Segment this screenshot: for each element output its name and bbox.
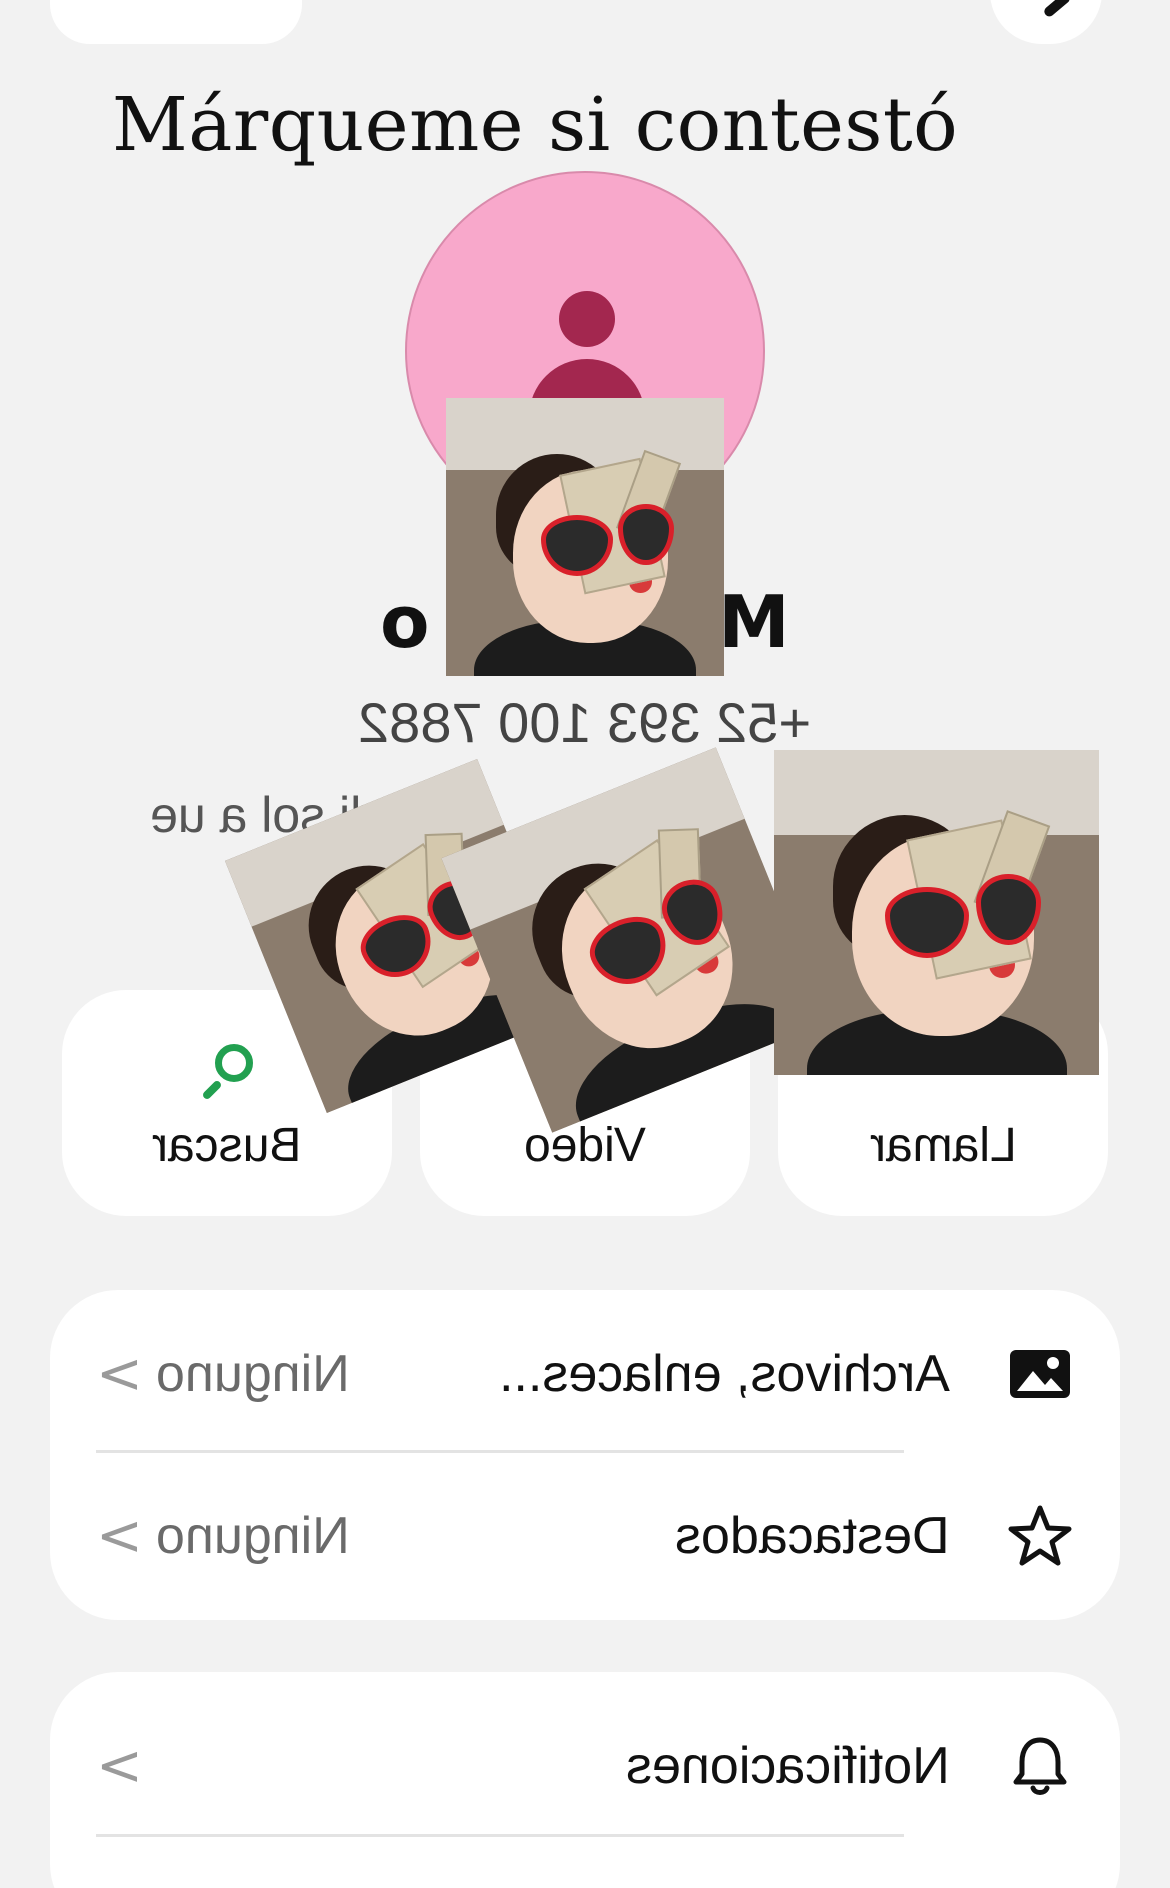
edit-button[interactable] — [990, 0, 1102, 44]
media-row[interactable]: < Ninguno Archivos, enlaces... — [50, 1294, 1120, 1454]
meme-caption: Márqueme si contestó — [112, 82, 959, 168]
notifications-row[interactable]: < Notificaciones — [50, 1686, 1120, 1846]
chevron-left-icon: < — [96, 1733, 143, 1799]
image-icon — [1000, 1334, 1080, 1414]
star-icon — [1000, 1496, 1080, 1576]
contact-name-right: M — [718, 580, 790, 664]
contact-phone-text: +52 393 100 7882 — [358, 691, 812, 754]
sticker-photo-1 — [446, 398, 724, 676]
starred-title: Destacados — [675, 1507, 950, 1565]
notifications-title: Notificaciones — [626, 1737, 950, 1795]
video-button-label: Video — [524, 1119, 646, 1172]
starred-value: Ninguno — [156, 1507, 350, 1565]
avatar-person-icon — [559, 291, 615, 347]
starred-row[interactable]: < Ninguno Destacados — [50, 1456, 1120, 1616]
media-settings-group: < Ninguno Archivos, enlaces... < Ninguno… — [50, 1290, 1120, 1620]
call-button-label: Llamar — [869, 1119, 1017, 1172]
bell-icon — [1000, 1726, 1080, 1806]
chevron-left-icon: < — [96, 1341, 143, 1407]
row-divider — [96, 1834, 904, 1837]
sticker-photo-4 — [774, 750, 1099, 1075]
search-button-label: Buscar — [152, 1119, 302, 1172]
pencil-icon — [1042, 0, 1072, 19]
contact-name-left: o — [380, 580, 430, 664]
contact-phone: +52 393 100 7882 — [0, 690, 1170, 755]
search-icon — [199, 1042, 255, 1101]
chevron-left-icon: < — [96, 1503, 143, 1569]
media-value: Ninguno — [156, 1345, 350, 1403]
media-title: Archivos, enlaces... — [499, 1345, 950, 1403]
back-button[interactable] — [50, 0, 302, 44]
row-divider — [96, 1450, 904, 1453]
notification-settings-group: < Notificaciones — [50, 1672, 1120, 1888]
